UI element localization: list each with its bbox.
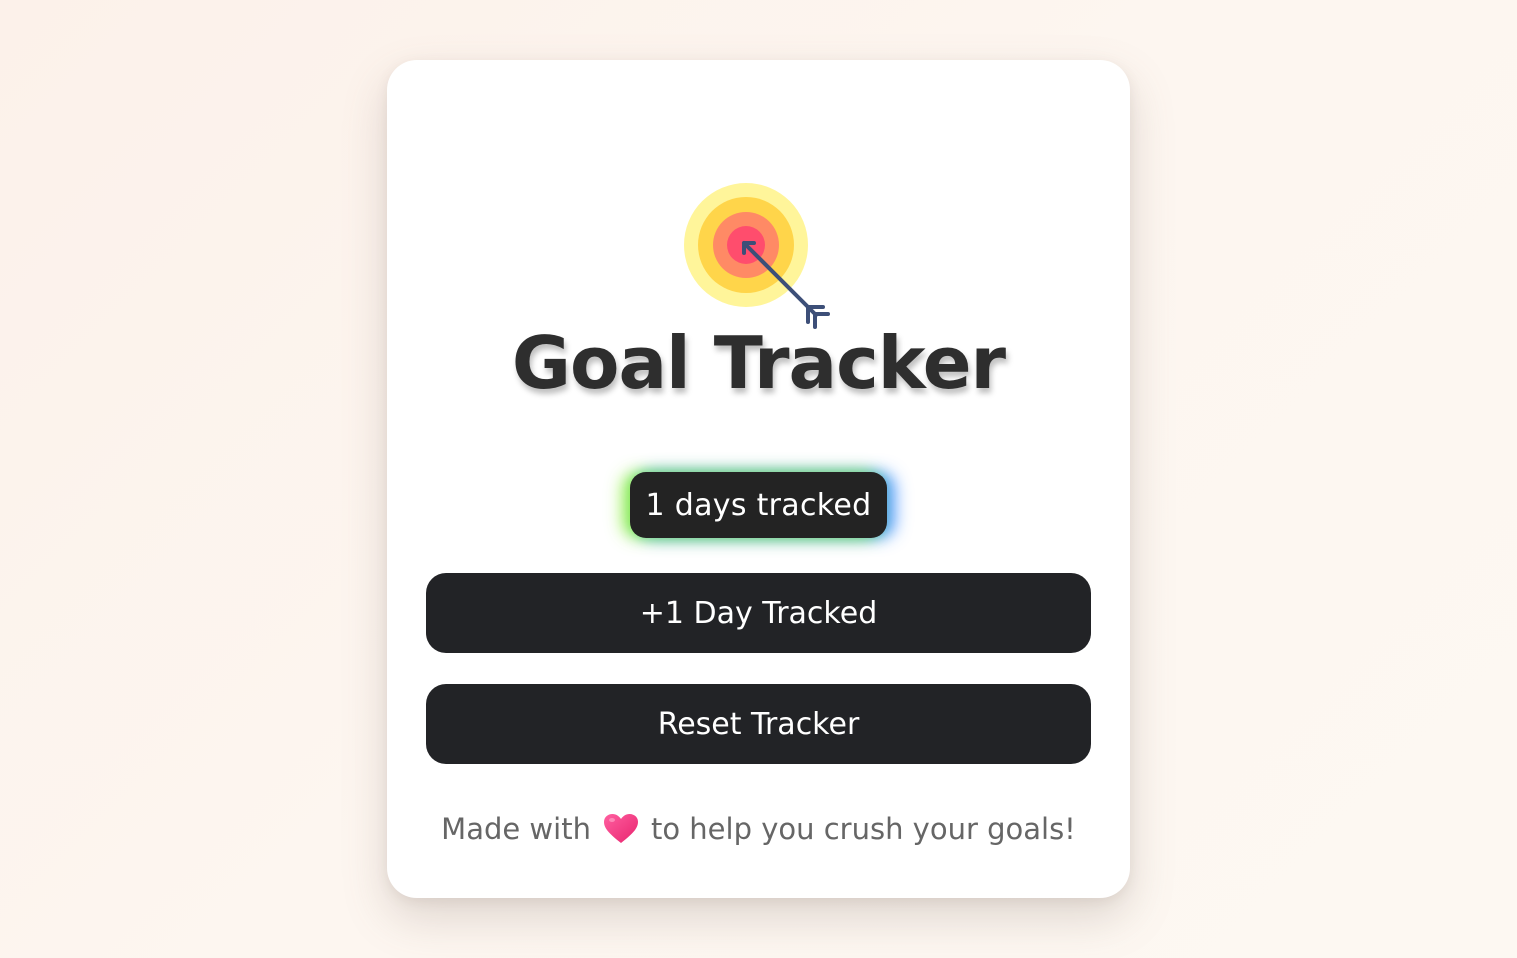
footer-prefix: Made with bbox=[441, 812, 591, 846]
days-counter-text: 1 days tracked bbox=[645, 487, 872, 523]
target-arrow-icon bbox=[684, 183, 830, 329]
reset-tracker-button[interactable]: Reset Tracker bbox=[426, 684, 1091, 764]
add-day-button[interactable]: +1 Day Tracked bbox=[426, 573, 1091, 653]
tracker-card: Goal Tracker 1 days tracked +1 Day Track… bbox=[387, 60, 1130, 898]
footer-suffix: to help you crush your goals! bbox=[650, 812, 1076, 846]
page-title: Goal Tracker bbox=[511, 321, 1006, 405]
heart-icon bbox=[603, 814, 638, 843]
footer-note: Made with to help you crush your goals! bbox=[387, 812, 1130, 846]
days-counter-badge: 1 days tracked bbox=[630, 472, 887, 538]
